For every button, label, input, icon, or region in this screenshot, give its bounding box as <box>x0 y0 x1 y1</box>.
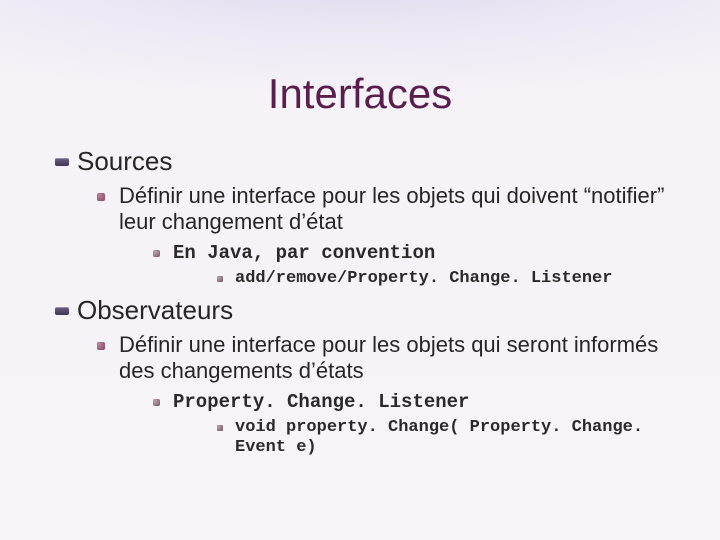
subsubpoint: add/remove/Property. Change. Listener <box>217 269 665 289</box>
outline-level-4: add/remove/Property. Change. Listener <box>173 269 665 289</box>
heading-text: Sources <box>77 146 172 176</box>
point-text: Définir une interface pour les objets qu… <box>119 332 658 383</box>
slide-body: Sources Définir une interface pour les o… <box>55 140 665 462</box>
slide: Interfaces Sources Définir une interface… <box>0 0 720 540</box>
outline-level-3: Property. Change. Listener void property… <box>119 391 665 459</box>
outline-level-4: void property. Change( Property. Change.… <box>173 418 665 459</box>
point-text: Définir une interface pour les objets qu… <box>119 183 664 234</box>
outline-level-2: Définir une interface pour les objets qu… <box>77 332 665 458</box>
point: Définir une interface pour les objets qu… <box>97 332 665 458</box>
subsubpoint-text: void property. Change( Property. Change.… <box>235 418 643 457</box>
heading-observateurs: Observateurs Définir une interface pour … <box>55 295 665 458</box>
outline-level-2: Définir une interface pour les objets qu… <box>77 183 665 289</box>
subsubpoint-text: add/remove/Property. Change. Listener <box>235 269 612 288</box>
point: Définir une interface pour les objets qu… <box>97 183 665 289</box>
subpoint-text: En Java, par convention <box>173 242 435 264</box>
subpoint: Property. Change. Listener void property… <box>153 391 665 459</box>
heading-text: Observateurs <box>77 295 233 325</box>
subpoint: En Java, par convention add/remove/Prope… <box>153 242 665 289</box>
outline-level-3: En Java, par convention add/remove/Prope… <box>119 242 665 289</box>
subsubpoint: void property. Change( Property. Change.… <box>217 418 665 459</box>
subpoint-text: Property. Change. Listener <box>173 391 469 413</box>
slide-title: Interfaces <box>0 70 720 118</box>
heading-sources: Sources Définir une interface pour les o… <box>55 146 665 289</box>
outline-level-1: Sources Définir une interface pour les o… <box>55 146 665 458</box>
